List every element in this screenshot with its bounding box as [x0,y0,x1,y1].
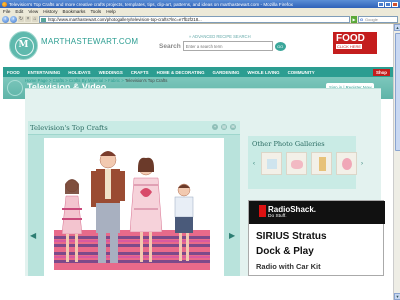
search-input[interactable] [182,41,273,51]
stop-icon[interactable]: × [25,16,31,22]
close-button[interactable] [392,1,398,7]
ad-subline: Radio with Car Kit [256,262,321,271]
maximize-button[interactable] [385,1,391,7]
window-titlebar: Television's Top Crafts and more creativ… [0,0,400,8]
other-galleries-title: Other Photo Galleries [252,140,325,148]
scroll-thumb[interactable] [394,33,400,151]
nav-whole-living[interactable]: WHOLE LIVING [247,70,279,75]
site-header: M MARTHASTEWART.COM » ADVANCED RECIPE SE… [0,24,393,67]
previous-photo-arrow-icon[interactable]: ◀ [30,232,36,240]
scroll-down-icon[interactable]: ▼ [394,293,400,300]
menu-help[interactable]: Help [106,9,115,14]
google-icon: G [360,16,364,22]
address-bar[interactable]: http://www.marthastewart.com/photogaller… [39,15,350,23]
firefox-icon [2,1,7,7]
ad-headline-2: Dock & Play [256,246,314,257]
gallery-thumbnail[interactable] [286,152,307,175]
breadcrumb-current: Television's Top Crafts [124,78,168,83]
minimize-button[interactable] [378,1,384,7]
radioshack-logo-icon [259,205,266,217]
thumbnails-prev-icon[interactable]: ‹ [253,161,257,167]
family-craft-illustration [44,138,224,276]
browser-search-engine: Google [365,16,378,22]
window-controls [378,1,398,7]
main-navigation: FOOD ENTERTAINING HOLIDAYS WEDDINGS CRAF… [3,67,393,77]
breadcrumb-material[interactable]: Crafts By Material [69,78,103,83]
nav-holidays[interactable]: HOLIDAYS [68,70,90,75]
site-favicon-icon [41,17,46,22]
breadcrumb: Home Page > Crafts > Crafts By Material … [25,78,168,83]
scroll-up-icon[interactable]: ▲ [394,24,400,31]
gallery-tools: + ▤ ✉ [212,124,236,130]
banner-ornament-icon [7,80,23,96]
nav-shop[interactable]: Shop [373,68,390,76]
thumbnails-next-icon[interactable]: › [361,161,365,167]
ad-header-bar: RadioShack. Do Stuff. [249,201,385,224]
breadcrumb-crafts[interactable]: Crafts [53,78,64,83]
gallery-photo[interactable] [44,138,224,276]
gallery-thumbnail[interactable] [261,152,282,175]
forward-icon[interactable]: › [10,15,17,23]
martha-stewart-seal-logo[interactable]: M [9,31,38,60]
ad-headline: SIRIUS Stratus [256,231,327,242]
menu-bar: File Edit View History Bookmarks Tools H… [0,8,400,15]
next-photo-arrow-icon[interactable]: ▶ [229,232,235,240]
print-icon[interactable]: ▤ [221,124,227,130]
breadcrumb-fabric[interactable]: Fabric [108,78,120,83]
search-label: Search [159,42,181,50]
email-icon[interactable]: ✉ [230,124,236,130]
share-icon[interactable]: + [212,124,218,130]
food-ad-cta[interactable]: CLICK HERE [336,44,363,49]
menu-history[interactable]: History [43,9,57,14]
ad-brand: RadioShack. [268,205,317,214]
navigation-toolbar: ‹ › ↻ × ⌂ http://www.marthastewart.com/p… [0,15,400,24]
nav-community[interactable]: COMMUNITY [288,70,315,75]
site-brand[interactable]: MARTHASTEWART.COM [41,37,138,46]
window-title: Television's Top Crafts and more creativ… [9,1,293,7]
menu-view[interactable]: View [28,9,38,14]
radioshack-ad[interactable]: RadioShack. Do Stuff. SIRIUS Stratus Doc… [248,200,385,276]
food-ad[interactable]: FOOD CLICK HERE [333,32,377,54]
browser-search-field[interactable]: G Google [358,15,398,23]
search-go-button[interactable]: GO [274,41,286,51]
menu-bookmarks[interactable]: Bookmarks [63,9,86,14]
nav-home-decorating[interactable]: HOME & DECORATING [157,70,205,75]
breadcrumb-home[interactable]: Home Page [25,78,48,83]
gallery-thumbnail[interactable] [311,152,332,175]
menu-tools[interactable]: Tools [90,9,101,14]
menu-edit[interactable]: Edit [15,9,23,14]
advanced-recipe-search-link[interactable]: » ADVANCED RECIPE SEARCH [189,34,251,39]
nav-crafts[interactable]: CRAFTS [131,70,149,75]
menu-file[interactable]: File [3,9,10,14]
ad-tagline: Do Stuff. [268,214,287,219]
back-icon[interactable]: ‹ [2,15,9,23]
go-arrow-icon[interactable]: ▶ [351,15,357,23]
other-galleries-thumbnails: ‹ › [253,152,365,175]
nav-weddings[interactable]: WEDDINGS [99,70,123,75]
home-icon[interactable]: ⌂ [32,16,38,22]
reload-icon[interactable]: ↻ [18,16,24,22]
nav-gardening[interactable]: GARDENING [213,70,240,75]
page-scrollbar[interactable]: ▲ ▼ [393,24,400,300]
nav-entertaining[interactable]: ENTERTAINING [28,70,61,75]
gallery-title: Television's Top Crafts [30,124,108,132]
gallery-thumbnail[interactable] [336,152,357,175]
address-text: http://www.marthastewart.com/photogaller… [48,16,202,22]
site-search: Search GO [159,41,286,51]
food-ad-title: FOOD [336,33,365,44]
nav-food[interactable]: FOOD [7,70,20,75]
